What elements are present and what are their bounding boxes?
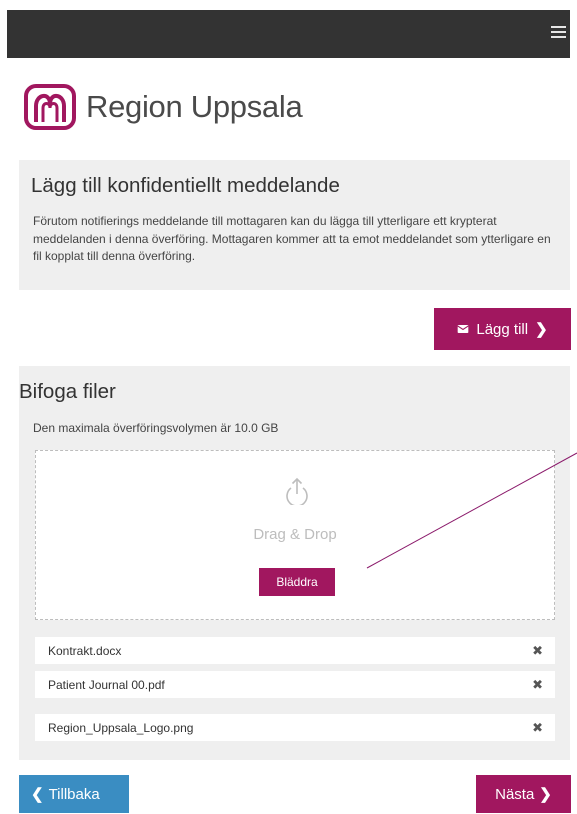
upload-icon bbox=[286, 477, 308, 505]
envelope-icon bbox=[457, 325, 469, 333]
file-name: Kontrakt.docx bbox=[48, 643, 122, 658]
region-uppsala-logo-icon bbox=[24, 84, 76, 130]
chevron-right-icon: ❯ bbox=[539, 786, 552, 803]
remove-file-icon[interactable]: ✖ bbox=[532, 677, 555, 693]
transfer-limit-text: Den maximala överföringsvolymen är 10.0 … bbox=[33, 421, 279, 435]
confidential-description: Förutom notifierings meddelande till mot… bbox=[33, 214, 551, 263]
remove-file-icon[interactable]: ✖ bbox=[532, 643, 555, 659]
attach-title: Bifoga filer bbox=[19, 380, 116, 403]
chevron-right-icon: ❯ bbox=[535, 321, 548, 338]
brand-logo: Region Uppsala bbox=[24, 84, 303, 130]
next-label: Nästa bbox=[495, 785, 535, 803]
top-navbar bbox=[7, 10, 570, 58]
drag-drop-zone[interactable]: Drag & Drop Bläddra bbox=[35, 450, 555, 620]
file-row: Region_Uppsala_Logo.png ✖ bbox=[35, 714, 555, 741]
brand-name: Region Uppsala bbox=[86, 89, 303, 124]
hamburger-menu-icon[interactable] bbox=[551, 26, 566, 39]
drag-drop-text: Drag & Drop bbox=[253, 526, 337, 543]
file-row: Patient Journal 00.pdf ✖ bbox=[35, 671, 555, 698]
file-name: Region_Uppsala_Logo.png bbox=[48, 720, 194, 735]
attach-files-panel: Bifoga filer Den maximala överföringsvol… bbox=[19, 366, 570, 760]
file-row: Kontrakt.docx ✖ bbox=[35, 637, 555, 664]
confidential-message-panel: Lägg till konfidentiellt meddelande Föru… bbox=[19, 160, 570, 290]
remove-file-icon[interactable]: ✖ bbox=[532, 720, 555, 736]
confidential-title: Lägg till konfidentiellt meddelande bbox=[31, 174, 340, 197]
browse-button[interactable]: Bläddra bbox=[259, 568, 335, 596]
add-message-label: Lägg till bbox=[476, 320, 529, 338]
back-button[interactable]: ❮ Tillbaka bbox=[19, 775, 129, 813]
back-label: Tillbaka bbox=[48, 785, 100, 803]
file-name: Patient Journal 00.pdf bbox=[48, 677, 165, 692]
chevron-left-icon: ❮ bbox=[31, 786, 44, 803]
add-message-button[interactable]: Lägg till ❯ bbox=[434, 308, 571, 350]
next-button[interactable]: Nästa ❯ bbox=[476, 775, 571, 813]
